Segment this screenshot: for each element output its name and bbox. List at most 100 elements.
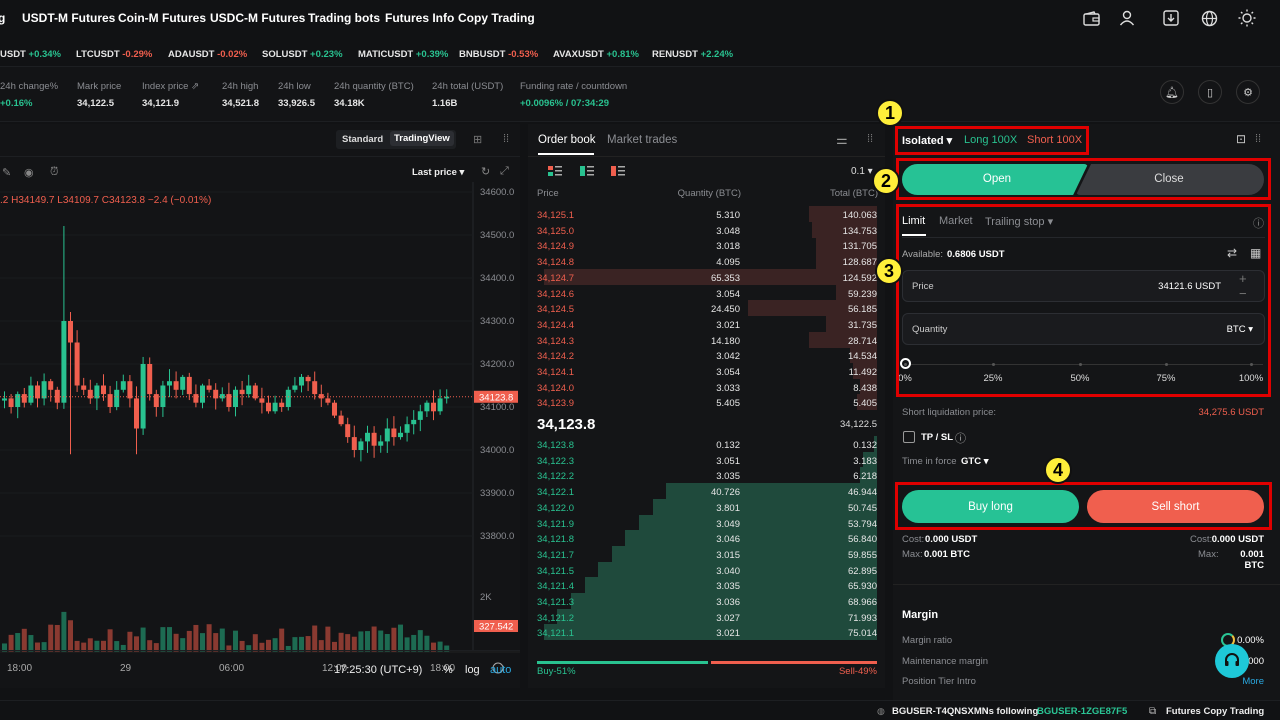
grid-layout-icon[interactable]: ⊞ (473, 133, 482, 146)
globe-icon[interactable] (1199, 8, 1219, 28)
orderbook-row[interactable]: 34,121.9 3.049 53.794 (528, 514, 885, 531)
orderbook-row[interactable]: 34,124.2 3.042 14.534 (528, 347, 885, 364)
orderbook-row[interactable]: 34,122.2 3.035 6.218 (528, 467, 885, 484)
tab-order-book[interactable]: Order book (538, 134, 596, 146)
pencil-icon[interactable]: ✎ (2, 166, 11, 179)
log-scale-toggle[interactable]: log (465, 664, 480, 676)
view-both-icon[interactable] (548, 166, 562, 176)
quantity-unit-dropdown[interactable]: BTC ▾ (1213, 324, 1253, 335)
slider-label[interactable]: 100% (1235, 373, 1267, 384)
orderbook-row[interactable]: 34,125.0 3.048 134.753 (528, 221, 885, 238)
bell-icon[interactable]: 🔔︎ (1160, 80, 1184, 104)
open-tab-label[interactable]: Open (902, 173, 1092, 185)
footer-copy-trading[interactable]: Futures Copy Trading (1166, 706, 1264, 717)
orderbook-row[interactable]: 34,123.9 5.405 5.405 (528, 394, 885, 411)
orderbook-row[interactable]: 34,121.1 3.021 75.014 (528, 624, 885, 641)
orderbook-row[interactable]: 34,124.6 3.054 59.239 (528, 284, 885, 301)
close-tab-label[interactable]: Close (1093, 173, 1245, 185)
orderbook-row[interactable]: 34,121.5 3.040 62.895 (528, 561, 885, 578)
tif-dropdown[interactable]: GTC ▾ (961, 456, 988, 467)
refresh-icon[interactable]: ↻ (481, 165, 490, 178)
calculator-icon[interactable]: ▦ (1250, 246, 1261, 260)
orderbook-row[interactable]: 34,121.3 3.036 68.966 (528, 593, 885, 609)
drag-handle-icon[interactable]: ⁞⁞ (867, 133, 873, 145)
orderbook-row[interactable]: 34,123.8 0.132 0.132 (528, 436, 885, 452)
last-price-dropdown[interactable]: Last price ▾ (412, 167, 464, 178)
orderbook-row[interactable]: 34,121.7 3.015 59.855 (528, 545, 885, 562)
book-icon[interactable]: ▯ (1198, 80, 1222, 104)
ticker-item[interactable]: BNBUSDT -0.53% (459, 49, 538, 60)
orderbook-row[interactable]: 34,122.1 40.726 46.944 (528, 483, 885, 500)
buy-long-button[interactable]: Buy long (902, 490, 1079, 523)
margin-mode-dropdown[interactable]: Isolated ▾ (902, 134, 952, 147)
orderbook-row[interactable]: 34,124.9 3.018 131.705 (528, 237, 885, 254)
nav-item-partial[interactable]: g (0, 11, 5, 25)
orderbook-row[interactable]: 34,124.3 14.180 28.714 (528, 331, 885, 348)
tab-trailing-stop[interactable]: Trailing stop ▾ (985, 215, 1053, 228)
tab-limit[interactable]: Limit (902, 215, 925, 227)
view-asks-icon[interactable] (611, 166, 625, 176)
price-chart-panel[interactable]: Standard TradingView ⊞ ⁞⁞ ✎ ◉ ⏰︎ Last pr… (0, 124, 520, 688)
tier-intro-link[interactable]: Position Tier Intro (902, 676, 976, 687)
footer-target[interactable]: BGUSER-1ZGE87F5 (1037, 706, 1127, 717)
calculator-robot-icon[interactable]: ⊡ (1236, 132, 1246, 146)
tab-standard[interactable]: Standard (342, 134, 383, 145)
orderbook-row[interactable]: 34,124.5 24.450 56.185 (528, 300, 885, 317)
orderbook-row[interactable]: 34,125.1 5.310 140.063 (528, 206, 885, 222)
ticker-item[interactable]: AVAXUSDT +0.81% (553, 49, 639, 60)
nav-usdt-m-futures[interactable]: USDT-M Futures (22, 11, 115, 25)
precision-dropdown[interactable]: 0.1 ▾ (851, 166, 873, 177)
info-icon[interactable]: ⓘ (1253, 215, 1264, 231)
ticker-item[interactable]: LTCUSDT -0.29% (76, 49, 152, 60)
slider-label[interactable]: 25% (977, 373, 1009, 384)
short-leverage[interactable]: Short 100X (1027, 134, 1082, 146)
sell-short-button[interactable]: Sell short (1087, 490, 1264, 523)
info-icon[interactable]: ⓘ (955, 430, 966, 446)
drag-handle-icon[interactable]: ⁞⁞ (1255, 133, 1261, 145)
orderbook-row[interactable]: 34,121.4 3.035 65.930 (528, 577, 885, 594)
price-value[interactable]: 34121.6 USDT (1123, 281, 1221, 292)
nav-usdc-m-futures[interactable]: USDC-M Futures (210, 11, 305, 25)
slider-label[interactable]: 50% (1064, 373, 1096, 384)
theme-sun-icon[interactable] (1237, 8, 1257, 28)
orderbook-row[interactable]: 34,124.0 3.033 8.438 (528, 378, 885, 395)
ticker-item[interactable]: USDT +0.34% (0, 49, 61, 60)
drag-handle-icon[interactable]: ⁞⁞ (503, 133, 509, 145)
orderbook-row[interactable]: 34,124.4 3.021 31.735 (528, 315, 885, 332)
alarm-icon[interactable]: ⏰︎ (50, 166, 59, 179)
nav-copy-trading[interactable]: Copy Trading (458, 11, 535, 25)
tab-market[interactable]: Market (939, 215, 973, 227)
wallet-icon[interactable] (1081, 8, 1101, 28)
nav-trading-bots[interactable]: Trading bots (308, 11, 380, 25)
ticker-item[interactable]: SOLUSDT +0.23% (262, 49, 343, 60)
settings-icon[interactable]: ⚙ (1236, 80, 1260, 104)
orderbook-row[interactable]: 34,124.8 4.095 128.687 (528, 253, 885, 270)
support-headset-icon[interactable] (1215, 644, 1249, 678)
settings-sliders-icon[interactable]: ⚌ (836, 132, 848, 148)
orderbook-row[interactable]: 34,124.7 65.353 124.592 (528, 268, 885, 285)
tab-tradingview[interactable]: TradingView (390, 131, 454, 146)
tab-market-trades[interactable]: Market trades (607, 134, 677, 146)
increment-icon[interactable]: + (1239, 271, 1247, 286)
nav-futures-info[interactable]: Futures Info (385, 11, 454, 25)
ticker-item[interactable]: ADAUSDT -0.02% (168, 49, 247, 60)
orderbook-row[interactable]: 34,121.2 3.027 71.993 (528, 608, 885, 625)
slider-label[interactable]: 0% (889, 373, 921, 384)
quantity-input[interactable] (902, 313, 1265, 345)
orderbook-row[interactable]: 34,121.8 3.046 56.840 (528, 530, 885, 547)
orderbook-row[interactable]: 34,122.0 3.801 50.745 (528, 498, 885, 515)
quantity-slider[interactable] (905, 364, 1263, 365)
user-icon[interactable] (1117, 8, 1137, 28)
ticker-item[interactable]: RENUSDT +2.24% (652, 49, 733, 60)
decrement-icon[interactable]: − (1239, 286, 1247, 301)
percent-scale-toggle[interactable]: % (443, 664, 453, 676)
ticker-item[interactable]: MATICUSDT +0.39% (358, 49, 448, 60)
download-icon[interactable] (1161, 8, 1181, 28)
tpsl-checkbox[interactable] (903, 431, 915, 443)
transfer-icon[interactable]: ⇄ (1227, 246, 1237, 260)
fullscreen-icon[interactable]: ⤢ (500, 165, 509, 178)
long-leverage[interactable]: Long 100X (964, 134, 1017, 146)
orderbook-row[interactable]: 34,124.1 3.054 11.492 (528, 363, 885, 379)
view-bids-icon[interactable] (580, 166, 594, 176)
slider-label[interactable]: 75% (1150, 373, 1182, 384)
